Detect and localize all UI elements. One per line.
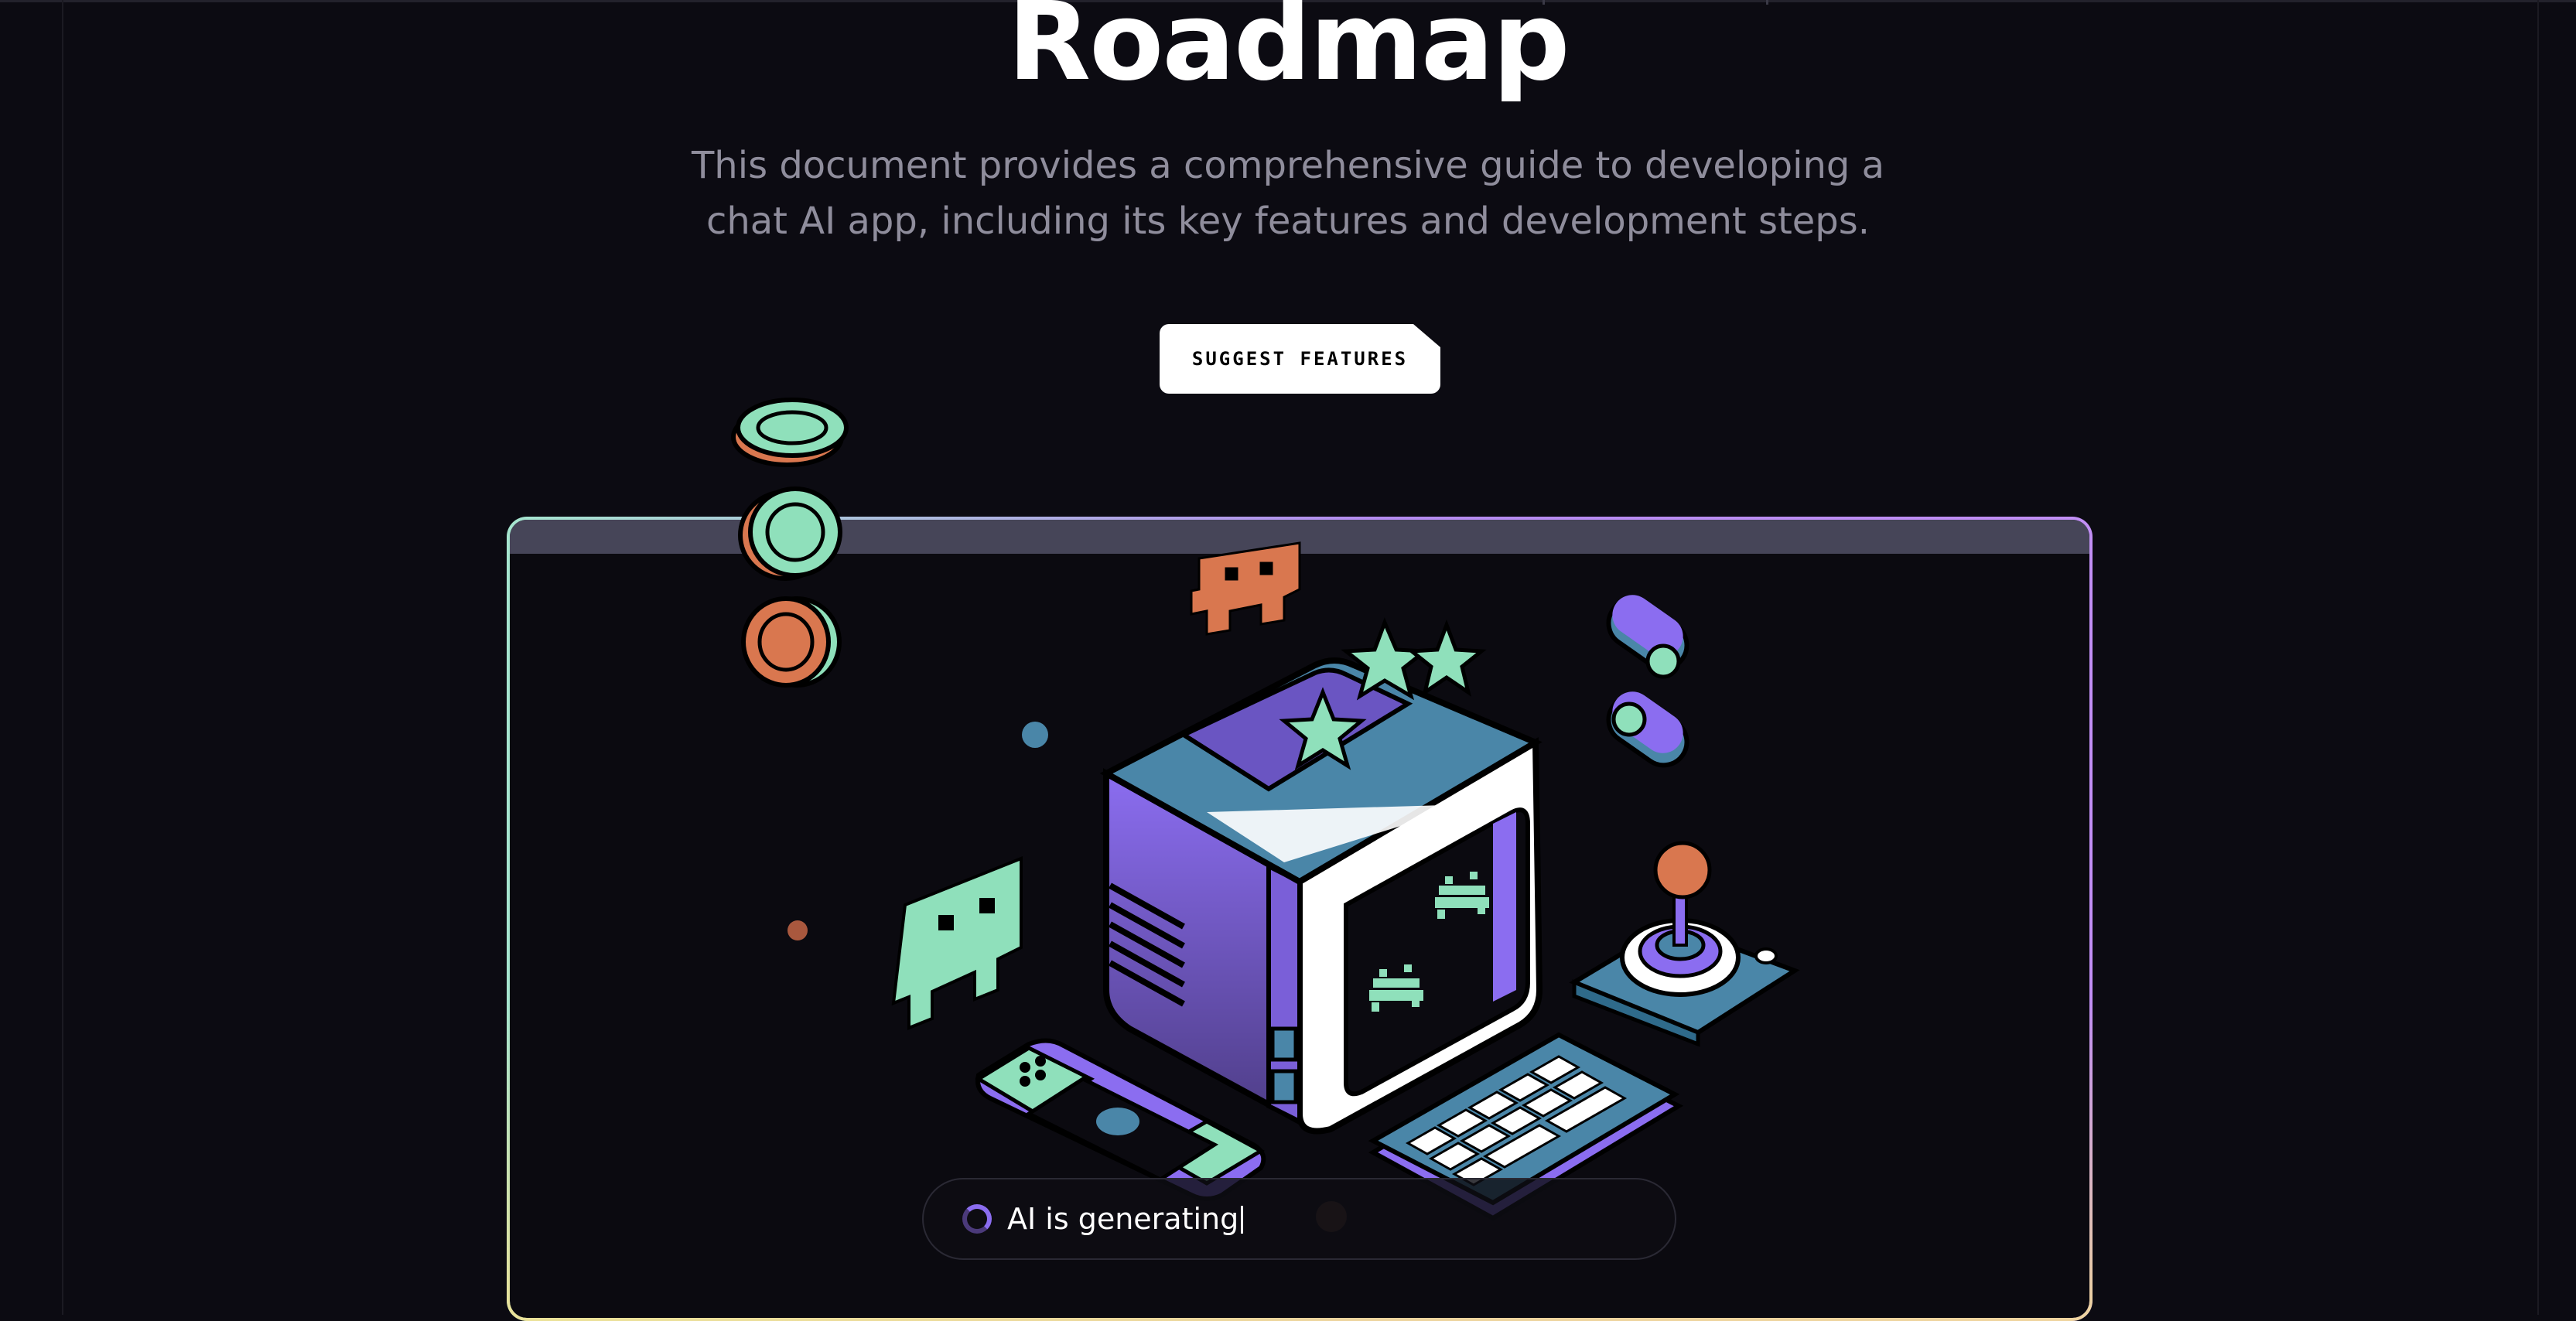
right-guide-line — [2537, 0, 2539, 1315]
preview-window-titlebar — [510, 520, 2089, 554]
ai-status-text: AI is generating — [1007, 1202, 1244, 1236]
loading-spinner-icon — [962, 1204, 992, 1234]
ai-status-bar: AI is generating — [922, 1178, 1676, 1260]
left-guide-line — [62, 0, 63, 1315]
coin-icon — [731, 398, 849, 467]
ai-status-label: AI is generating — [1007, 1202, 1239, 1236]
text-cursor — [1241, 1206, 1244, 1234]
page-subtitle: This document provides a comprehensive g… — [669, 138, 1907, 249]
subtitle-line: chat AI app, including its key features … — [705, 200, 1871, 243]
page-title: Roadmap — [1007, 0, 1570, 105]
suggest-features-button[interactable]: SUGGEST FEATURES — [1160, 324, 1440, 394]
subtitle-line: This document provides a comprehensive g… — [691, 144, 1885, 187]
